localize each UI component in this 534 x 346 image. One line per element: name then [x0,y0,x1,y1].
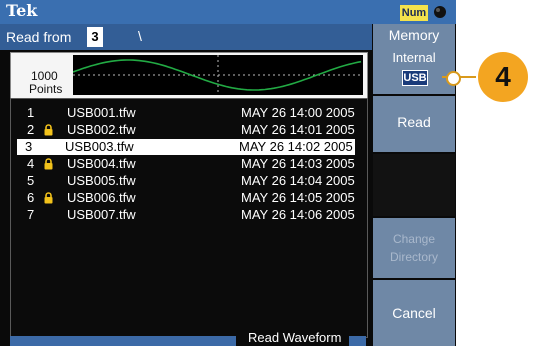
lock-icon [43,124,54,139]
tab-read-waveform[interactable]: Read Waveform [236,330,350,346]
file-date: MAY 26 14:02 2005 [239,139,353,154]
file-name: USB007.tfw [67,207,136,222]
file-row[interactable]: 6 USB006.tfw MAY 26 14:05 2005 [19,190,355,206]
file-date: MAY 26 14:05 2005 [241,190,355,205]
memory-internal-option: Internal [392,50,436,65]
file-name: USB005.tfw [67,173,136,188]
change-line2: Directory [389,250,438,264]
waveform-trace [73,59,362,91]
lock-icon [43,158,54,173]
waveform-plot [73,55,363,95]
file-name: USB004.tfw [67,156,136,171]
cancel-button[interactable]: Cancel [373,280,455,346]
file-name: USB001.tfw [67,105,136,120]
memory-title: Memory [388,27,440,43]
file-date: MAY 26 14:04 2005 [241,173,355,188]
read-button[interactable]: Read [373,96,455,152]
status-bar: Tek Num [0,0,456,24]
directory-path: \ [138,28,142,44]
file-date: MAY 26 14:00 2005 [241,105,355,120]
file-date: MAY 26 14:03 2005 [241,156,355,171]
file-index: 1 [27,105,35,120]
change-directory-button[interactable]: Change Directory [373,218,455,278]
read-from-header: Read from 3 \ [0,24,372,50]
read-from-field[interactable]: 3 [87,27,103,47]
file-row[interactable]: 5 USB005.tfw MAY 26 14:04 2005 [19,173,355,189]
callout-dot [446,71,461,86]
lock-icon [43,192,54,207]
file-list: 1 USB001.tfw MAY 26 14:00 2005 2 USB002.tfw M… [10,98,368,338]
file-index: 7 [27,207,35,222]
memory-button[interactable]: Memory Internal USB [373,24,455,94]
file-index: 3 [25,139,33,154]
points-label: Points [29,82,63,96]
read-label: Read [397,114,431,130]
lock-icon [432,4,448,24]
file-row[interactable]: 4 USB004.tfw MAY 26 14:03 2005 [19,156,355,172]
file-index: 2 [27,122,35,137]
file-date: MAY 26 14:01 2005 [241,122,355,137]
instrument-screen: Tek Num Read from 3 \ 1000 Points 1 USB00… [0,0,456,346]
read-from-value: 3 [91,29,99,44]
file-row[interactable]: 1 USB001.tfw MAY 26 14:00 2005 [19,105,355,121]
empty-softkey [373,154,455,216]
callout-number: 4 [478,52,528,102]
points-value: 1000 [31,69,58,83]
file-row[interactable]: 3 USB003.tfw MAY 26 14:02 2005 [17,139,355,155]
brand-logo: Tek [6,1,38,20]
file-name: USB002.tfw [67,122,136,137]
file-index: 6 [27,190,35,205]
file-index: 4 [27,156,35,171]
file-date: MAY 26 14:06 2005 [241,207,355,222]
file-name: USB006.tfw [67,190,136,205]
file-index: 5 [27,173,35,188]
waveform-preview: 1000 Points [10,52,368,99]
change-line1: Change [392,232,436,246]
cancel-label: Cancel [392,305,436,321]
memory-usb-option: USB [402,70,428,86]
file-row[interactable]: 7 USB007.tfw MAY 26 14:06 2005 [19,207,355,223]
file-row[interactable]: 2 USB002.tfw MAY 26 14:01 2005 [19,122,355,138]
read-from-label: Read from [6,29,72,45]
num-indicator: Num [400,5,428,21]
file-name: USB003.tfw [65,139,134,154]
softkey-panel: Memory Internal USB Read Change Director… [372,24,456,346]
